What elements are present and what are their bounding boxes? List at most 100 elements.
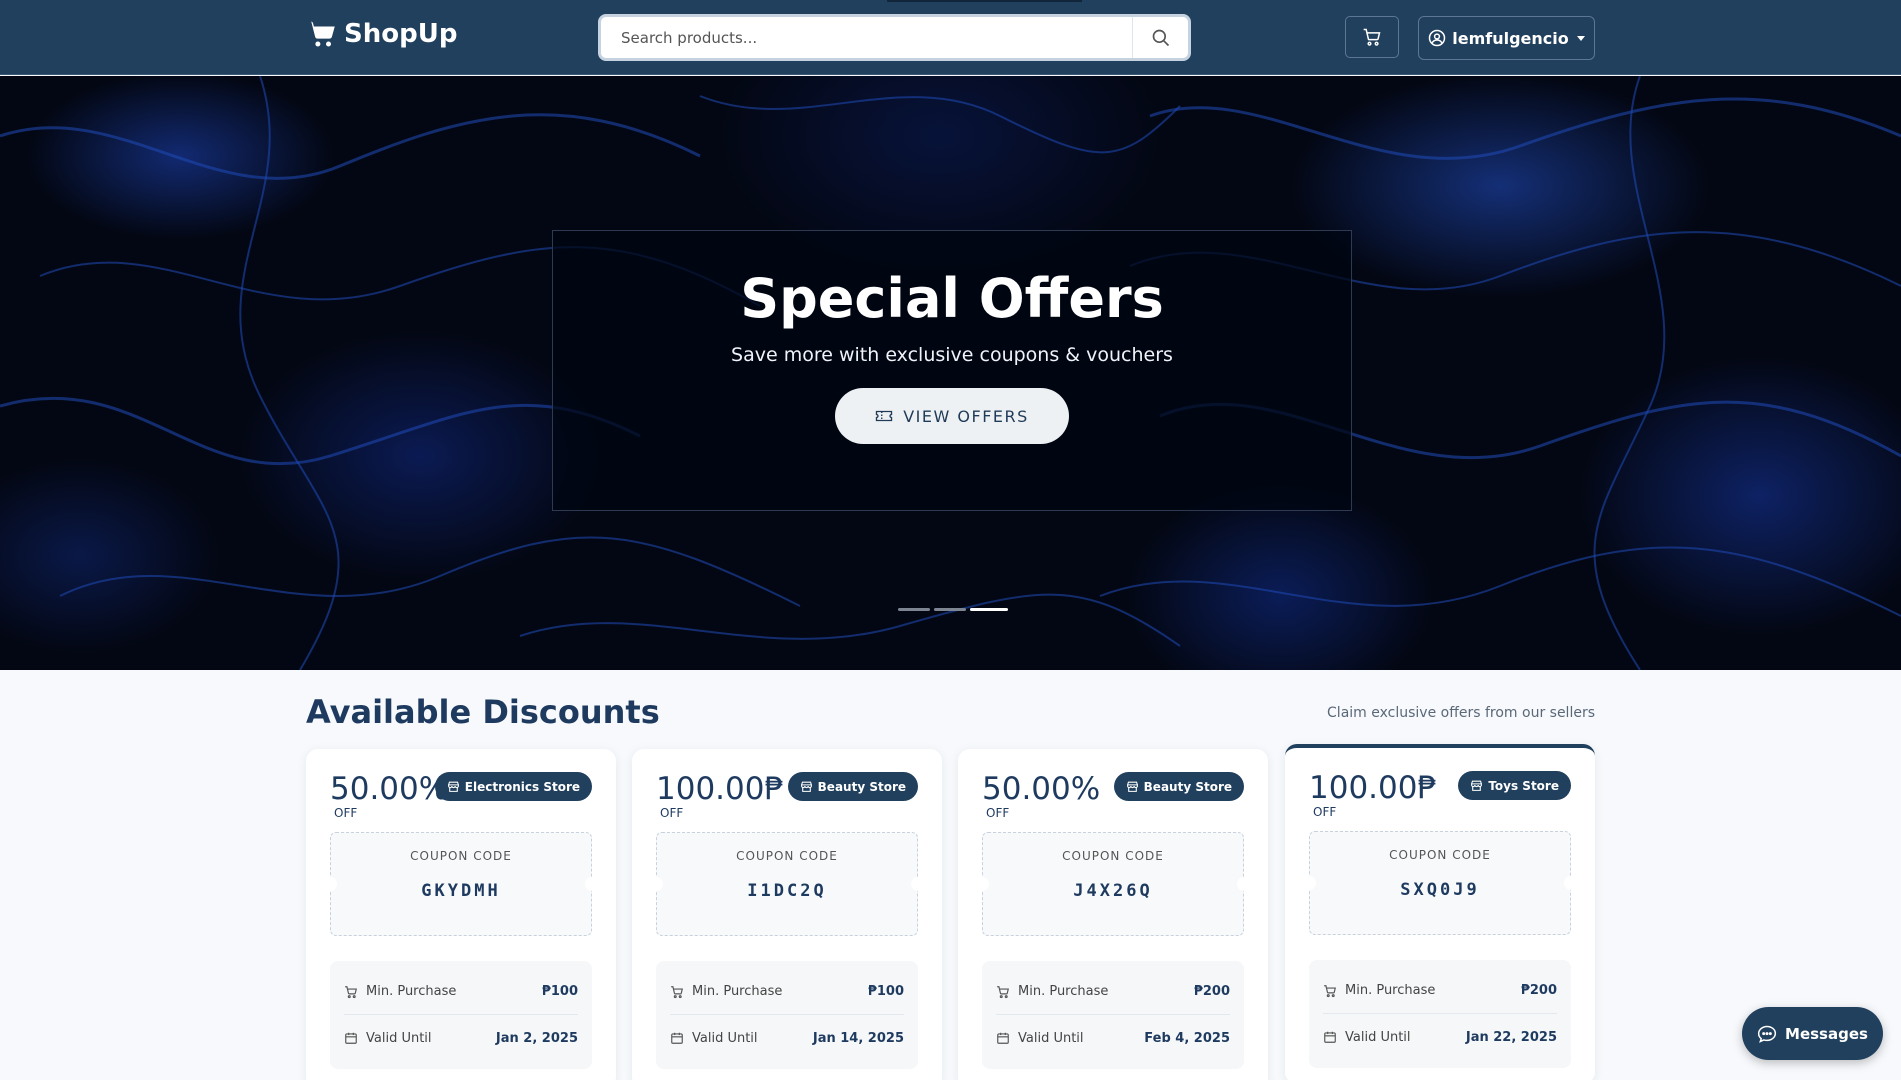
coupon-box[interactable]: COUPON CODE GKYDMH: [323, 832, 599, 936]
store-icon: [1126, 781, 1138, 792]
calendar-icon: [1324, 1031, 1336, 1043]
store-icon: [1471, 780, 1483, 791]
min-purchase-value: ₱200: [1520, 983, 1557, 998]
valid-until-label: Valid Until: [344, 1031, 496, 1046]
discount-amount: 100.00₱: [656, 771, 785, 807]
valid-until-text: Valid Until: [1018, 1030, 1084, 1046]
off-label: OFF: [660, 806, 684, 820]
carousel-indicator-1[interactable]: [898, 608, 930, 611]
off-label: OFF: [1313, 805, 1337, 819]
username: lemfulgencio: [1452, 28, 1569, 48]
coupon-box[interactable]: COUPON CODE I1DC2Q: [649, 832, 925, 936]
cart-icon: [671, 985, 683, 998]
min-purchase-text: Min. Purchase: [692, 984, 783, 999]
store-name: Beauty Store: [1143, 779, 1232, 794]
coupon-label: COUPON CODE: [736, 849, 838, 863]
valid-until-row: Valid Until Jan 22, 2025: [1323, 1014, 1557, 1060]
section-subtitle: Claim exclusive offers from our sellers: [1327, 705, 1595, 721]
loading-bar: [887, 0, 1082, 2]
brand-logo[interactable]: ShopUp: [306, 19, 457, 49]
search-button[interactable]: [1132, 17, 1188, 58]
cart-icon: [345, 985, 357, 998]
ticket-icon: [876, 410, 893, 422]
store-icon: [800, 781, 812, 792]
brand-name: ShopUp: [344, 19, 458, 49]
hero-carousel: Special Offers Save more with exclusive …: [0, 76, 1901, 670]
min-purchase-value: ₱200: [1193, 984, 1230, 999]
off-label: OFF: [986, 806, 1010, 820]
view-offers-label: VIEW OFFERS: [903, 406, 1029, 426]
store-badge[interactable]: Toys Store: [1458, 771, 1571, 800]
cart-icon: [1363, 28, 1381, 46]
user-menu-button[interactable]: lemfulgencio: [1418, 16, 1595, 60]
store-name: Beauty Store: [817, 779, 906, 794]
view-offers-button[interactable]: VIEW OFFERS: [835, 388, 1069, 444]
discount-card[interactable]: 50.00% OFF Beauty Store COUPON CODE J4X26Q Mi…: [958, 749, 1268, 1080]
min-purchase-value: ₱100: [867, 984, 904, 999]
discount-card[interactable]: 100.00₱ OFF Beauty Store COUPON CODE I1DC2Q M…: [632, 749, 942, 1080]
valid-until-label: Valid Until: [1323, 1030, 1466, 1045]
min-purchase-text: Min. Purchase: [1018, 984, 1109, 999]
store-name: Toys Store: [1488, 778, 1559, 793]
cart-button[interactable]: [1345, 16, 1399, 58]
discount-card[interactable]: 50.00% OFF Electronics Store COUPON CODE GKY…: [306, 749, 616, 1080]
user-circle-icon: [1429, 29, 1446, 47]
calendar-icon: [671, 1032, 683, 1044]
min-purchase-label: Min. Purchase: [344, 984, 542, 999]
store-badge[interactable]: Beauty Store: [1113, 772, 1244, 801]
calendar-icon: [345, 1032, 357, 1044]
valid-until-text: Valid Until: [366, 1030, 432, 1046]
messages-button[interactable]: Messages: [1742, 1007, 1883, 1060]
store-name: Electronics Store: [464, 779, 580, 794]
shopping-cart-icon: [307, 21, 335, 47]
hero-title: Special Offers: [740, 267, 1164, 330]
min-purchase-label: Min. Purchase: [670, 984, 868, 999]
coupon-label: COUPON CODE: [1389, 848, 1491, 862]
min-purchase-row: Min. Purchase ₱200: [1323, 968, 1557, 1014]
discount-card[interactable]: 100.00₱ OFF Toys Store COUPON CODE SXQ0J9 Min…: [1285, 744, 1595, 1080]
coupon-label: COUPON CODE: [1062, 849, 1164, 863]
valid-until-text: Valid Until: [1345, 1029, 1411, 1045]
discount-amount: 50.00%: [330, 771, 449, 807]
coupon-label: COUPON CODE: [410, 849, 512, 863]
search-bar: [598, 14, 1191, 61]
navbar: ShopUp lemfulgencio: [0, 0, 1901, 75]
section-title: Available Discounts: [306, 693, 660, 731]
chat-icon: [1757, 1025, 1777, 1043]
valid-until-value: Jan 14, 2025: [812, 1030, 904, 1046]
min-purchase-label: Min. Purchase: [996, 984, 1194, 999]
store-badge[interactable]: Electronics Store: [434, 772, 592, 801]
coupon-code[interactable]: SXQ0J9: [1310, 880, 1570, 900]
valid-until-value: Feb 4, 2025: [1144, 1030, 1230, 1046]
min-purchase-text: Min. Purchase: [366, 984, 457, 999]
min-purchase-value: ₱100: [541, 984, 578, 999]
coupon-box[interactable]: COUPON CODE J4X26Q: [975, 832, 1251, 936]
valid-until-value: Jan 2, 2025: [495, 1030, 578, 1046]
valid-until-text: Valid Until: [692, 1030, 758, 1046]
cart-icon: [997, 985, 1009, 998]
coupon-code[interactable]: GKYDMH: [331, 881, 591, 901]
valid-until-row: Valid Until Jan 14, 2025: [670, 1015, 904, 1061]
coupon-box[interactable]: COUPON CODE SXQ0J9: [1302, 831, 1578, 935]
hero-subtitle: Save more with exclusive coupons & vouch…: [731, 344, 1173, 366]
search-icon: [1152, 29, 1169, 46]
min-purchase-label: Min. Purchase: [1323, 983, 1521, 998]
min-purchase-row: Min. Purchase ₱100: [344, 969, 578, 1015]
coupon-code[interactable]: J4X26Q: [983, 881, 1243, 901]
coupon-details: Min. Purchase ₱100 Valid Until Jan 14, 2025: [656, 961, 918, 1069]
carousel-indicator-2[interactable]: [934, 608, 966, 611]
coupon-code[interactable]: I1DC2Q: [657, 881, 917, 901]
coupon-details: Min. Purchase ₱200 Valid Until Feb 4, 2025: [982, 961, 1244, 1069]
coupon-details: Min. Purchase ₱100 Valid Until Jan 2, 2025: [330, 961, 592, 1069]
cart-icon: [1324, 984, 1336, 997]
store-badge[interactable]: Beauty Store: [787, 772, 918, 801]
off-label: OFF: [334, 806, 358, 820]
store-icon: [447, 781, 459, 792]
min-purchase-row: Min. Purchase ₱100: [670, 969, 904, 1015]
valid-until-label: Valid Until: [996, 1031, 1144, 1046]
carousel-indicator-3[interactable]: [970, 608, 1008, 611]
hero-caption: Special Offers Save more with exclusive …: [552, 230, 1352, 511]
search-input[interactable]: [601, 17, 1132, 58]
valid-until-value: Jan 22, 2025: [1465, 1029, 1557, 1045]
coupon-details: Min. Purchase ₱200 Valid Until Jan 22, 2025: [1309, 960, 1571, 1068]
